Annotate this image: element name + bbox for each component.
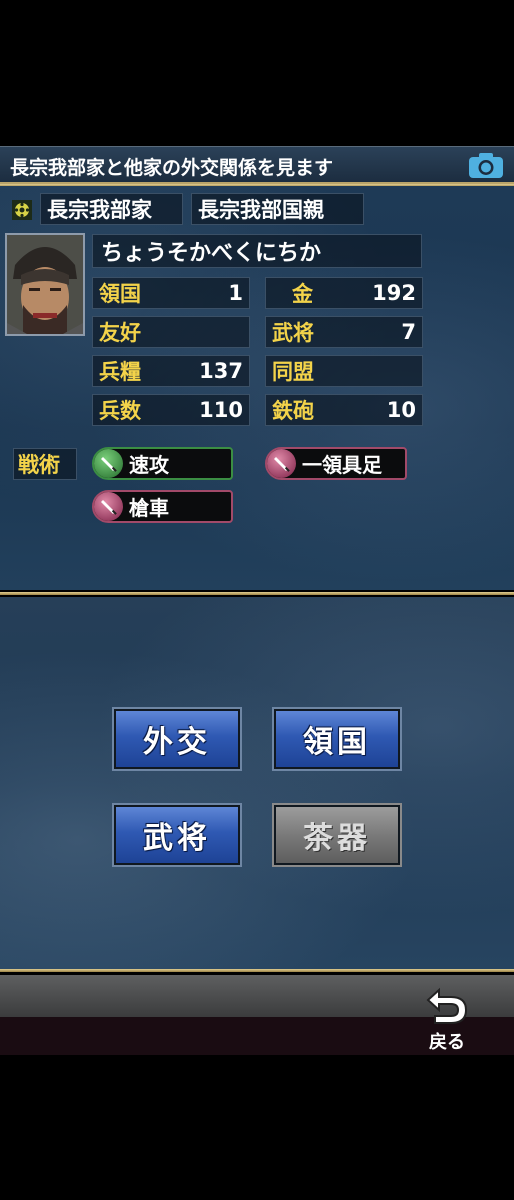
sword-icon [94,449,123,478]
leader-name-text: 長宗我部国親 [198,198,324,222]
stat-label: 同盟 [272,360,314,384]
tactic-name: 槍車 [129,496,169,520]
generals-button-label: 武将 [143,821,211,856]
return-arrow-icon [426,987,468,1024]
generals-button[interactable]: 武将 [112,803,242,867]
stat-value: 137 [199,359,243,383]
header-bar: 長宗我部家と他家の外交関係を見ます [0,146,514,184]
stat-provisions: 兵糧 137 [92,355,250,387]
page-description: 長宗我部家と他家の外交関係を見ます [10,157,334,179]
leader-portrait[interactable] [5,233,85,336]
stat-value: 10 [386,398,416,422]
tactic-item[interactable]: 槍車 [92,490,233,523]
divider [0,592,514,595]
territory-button[interactable]: 領国 [272,707,402,771]
leader-reading-text: ちょうそかべくにちか [101,241,322,266]
sword-icon [94,492,123,521]
tea-utensils-button-label: 茶器 [303,821,371,856]
territory-button-label: 領国 [303,725,371,760]
tactics-label-text: 戦術 [18,453,60,477]
stat-label: 武将 [272,321,314,345]
stat-label: 友好 [99,321,141,345]
leader-reading: ちょうそかべくにちか [92,234,422,268]
stat-value: 7 [401,320,416,344]
stat-value: 110 [199,398,243,422]
sword-icon [267,449,296,478]
tactic-name: 速攻 [129,453,169,477]
stat-label: 兵糧 [99,360,141,384]
divider [0,969,514,972]
stat-guns: 鉄砲 10 [265,394,423,426]
clan-crest-icon [12,200,32,220]
stat-value: 1 [228,281,243,305]
stat-value: 192 [372,281,416,305]
stat-label: 金 [292,282,313,306]
tactic-name: 一領具足 [302,453,382,477]
back-button[interactable]: 戻る [420,982,474,1054]
tactics-label: 戦術 [13,448,77,480]
tactic-item[interactable]: 速攻 [92,447,233,480]
stat-alliance: 同盟 [265,355,423,387]
clan-name: 長宗我部家 [40,193,183,225]
menu-area [0,597,514,969]
stat-friendship: 友好 [92,316,250,348]
tactic-item[interactable]: 一領具足 [265,447,407,480]
stat-label: 鉄砲 [272,399,314,423]
clan-name-text: 長宗我部家 [47,198,152,222]
camera-icon[interactable] [468,152,504,179]
stat-territories: 領国 1 [92,277,250,309]
stat-generals: 武将 7 [265,316,423,348]
stat-label: 兵数 [99,399,141,423]
stat-label: 領国 [99,282,141,306]
back-label: 戻る [429,1032,465,1053]
stat-gold: 金 192 [265,277,423,309]
stat-soldiers: 兵数 110 [92,394,250,426]
tea-utensils-button: 茶器 [272,803,402,867]
diplomacy-button-label: 外交 [143,725,211,760]
diplomacy-button[interactable]: 外交 [112,707,242,771]
leader-name: 長宗我部国親 [191,193,364,225]
